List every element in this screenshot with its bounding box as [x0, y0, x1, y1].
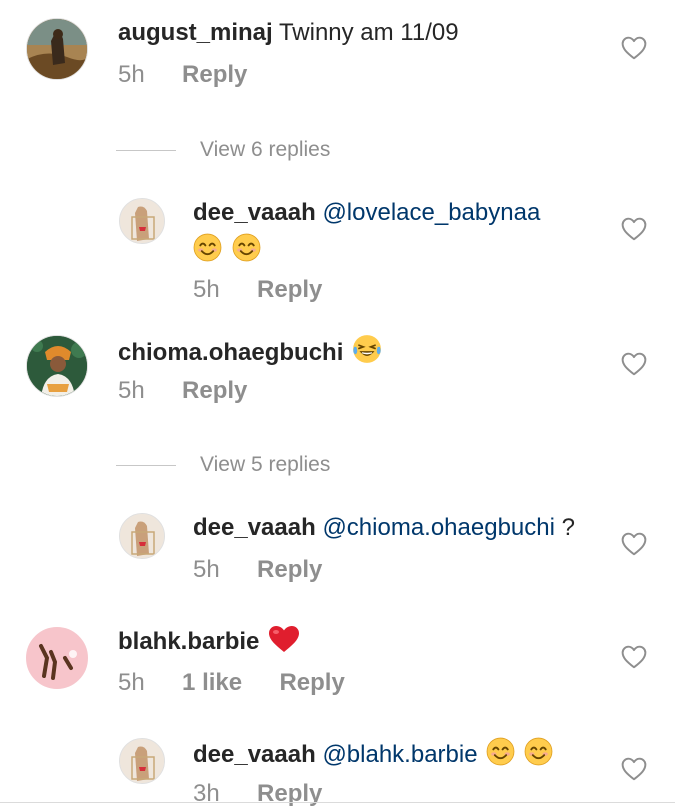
emoji-row	[193, 233, 261, 266]
reply-button[interactable]: Reply	[182, 377, 247, 404]
reply-button[interactable]: Reply	[257, 556, 322, 583]
avatar[interactable]	[26, 335, 88, 397]
heart-outline-icon[interactable]	[621, 757, 647, 781]
view-replies-label[interactable]: View 6 replies	[200, 135, 330, 165]
like-count[interactable]: 1 like	[182, 669, 242, 696]
reply-button[interactable]: Reply	[279, 669, 344, 696]
smiling-face-emoji	[524, 737, 553, 766]
timestamp: 5h	[193, 556, 220, 583]
smiling-face-emoji	[193, 233, 222, 262]
mention-link[interactable]: @blahk.barbie	[322, 741, 477, 768]
username[interactable]: august_minaj	[118, 19, 273, 46]
username[interactable]: dee_vaaah	[193, 199, 316, 226]
heart-outline-icon[interactable]	[621, 36, 647, 60]
comment-text: ?	[554, 514, 575, 541]
divider	[116, 150, 176, 151]
mention-link[interactable]: @lovelace_babynaa	[322, 199, 540, 226]
view-replies-button[interactable]: View 5 replies	[116, 450, 416, 480]
avatar[interactable]	[26, 627, 88, 689]
heart-outline-icon[interactable]	[621, 217, 647, 241]
smiling-face-emoji	[486, 737, 515, 766]
heart-outline-icon[interactable]	[621, 645, 647, 669]
username[interactable]: chioma.ohaegbuchi	[118, 339, 343, 366]
avatar[interactable]	[119, 198, 165, 244]
timestamp: 5h	[118, 377, 145, 404]
reply-button[interactable]: Reply	[257, 276, 322, 303]
mention-link[interactable]: @chioma.ohaegbuchi	[322, 514, 555, 541]
avatar[interactable]	[119, 513, 165, 559]
avatar[interactable]	[26, 18, 88, 80]
comment-text: Twinny am 11/09	[278, 19, 459, 46]
username[interactable]: dee_vaaah	[193, 741, 316, 768]
view-replies-label[interactable]: View 5 replies	[200, 450, 330, 480]
tears-of-joy-emoji	[352, 334, 382, 364]
reply-button[interactable]: Reply	[182, 61, 247, 88]
timestamp: 5h	[193, 276, 220, 303]
heart-outline-icon[interactable]	[621, 532, 647, 556]
username[interactable]: blahk.barbie	[118, 628, 259, 655]
smiling-face-emoji	[232, 233, 261, 262]
bottom-divider	[0, 802, 675, 803]
divider	[116, 465, 176, 466]
timestamp: 5h	[118, 61, 145, 88]
red-heart-emoji	[268, 625, 300, 653]
timestamp: 5h	[118, 669, 145, 696]
view-replies-button[interactable]: View 6 replies	[116, 135, 416, 165]
username[interactable]: dee_vaaah	[193, 514, 316, 541]
heart-outline-icon[interactable]	[621, 352, 647, 376]
avatar[interactable]	[119, 738, 165, 784]
